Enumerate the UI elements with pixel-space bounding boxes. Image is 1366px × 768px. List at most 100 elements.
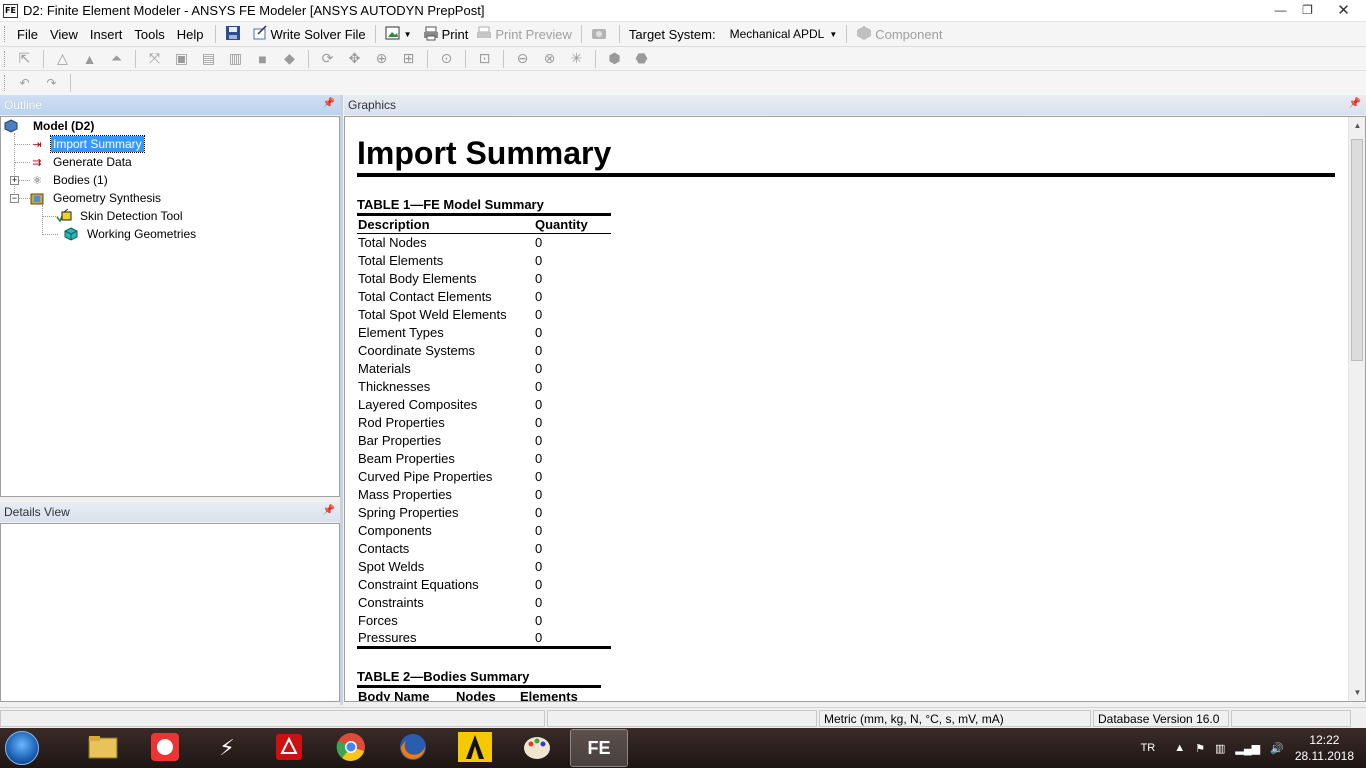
row-quantity: 0 <box>535 415 543 430</box>
network-icon[interactable]: ▂▄▆ <box>1235 742 1260 755</box>
taskbar-chrome[interactable] <box>322 729 380 767</box>
start-button[interactable] <box>0 728 44 768</box>
component-label: Component <box>875 26 943 42</box>
redo-icon[interactable]: ↷ <box>38 72 65 94</box>
element-face-icon[interactable]: ▤ <box>195 48 222 70</box>
component-icon <box>856 25 872 44</box>
extend-selection-icon[interactable]: ⤧ <box>141 48 168 70</box>
row-quantity: 0 <box>535 505 543 520</box>
collapse-geometry-toggle[interactable]: − <box>10 194 19 203</box>
flag-icon[interactable]: ⚑ <box>1195 742 1205 755</box>
row-quantity: 0 <box>535 487 543 502</box>
next-view-icon[interactable]: ⊗ <box>536 48 563 70</box>
column-header-nodes: Nodes <box>455 685 519 701</box>
select-element-icon[interactable]: ▲ <box>76 48 103 70</box>
row-quantity: 0 <box>534 629 611 649</box>
tree-item-bodies[interactable]: ⚛ Bodies (1) <box>29 171 110 189</box>
image-viewer-icon <box>150 732 180 765</box>
scrollbar-thumb[interactable] <box>1351 139 1363 361</box>
write-solver-file-button[interactable]: Write Solver File <box>248 23 370 45</box>
column-header-quantity: Quantity <box>534 213 611 234</box>
toolbar-grip[interactable] <box>4 50 7 67</box>
image-icon <box>385 25 401 44</box>
status-database-version: Database Version 16.0 <box>1093 709 1229 727</box>
pin-icon[interactable]: 📌 <box>1349 98 1361 109</box>
row-quantity: 0 <box>535 361 543 376</box>
taskbar-image-viewer[interactable] <box>136 729 194 767</box>
tree-item-working-geometries[interactable]: Working Geometries <box>63 225 198 243</box>
screenshot-button[interactable] <box>587 23 614 45</box>
report-heading: Import Summary <box>357 135 612 171</box>
rotate-icon[interactable]: ⟳ <box>314 48 341 70</box>
select-mode-icon[interactable]: ⇱ <box>11 48 38 70</box>
menu-tools[interactable]: Tools <box>128 23 170 45</box>
pan-icon[interactable]: ✥ <box>341 48 368 70</box>
scroll-up-icon[interactable]: ▲ <box>1349 117 1365 134</box>
toolbar-grip[interactable] <box>4 26 7 42</box>
face-select-icon[interactable]: ▣ <box>168 48 195 70</box>
toolbar-grip[interactable] <box>4 75 7 91</box>
magnifier-icon[interactable]: ⊡ <box>471 48 498 70</box>
write-file-icon <box>252 24 268 44</box>
tree-item-model[interactable]: Model (D2) <box>3 117 96 135</box>
print-preview-icon <box>476 25 492 44</box>
hexagon-icon[interactable]: ⬢ <box>601 48 628 70</box>
target-system-value: Mechanical APDL <box>729 27 825 41</box>
minimize-button[interactable]: — <box>1267 0 1294 20</box>
previous-view-icon[interactable]: ⊖ <box>509 48 536 70</box>
zoom-to-fit-icon[interactable]: ⊙ <box>433 48 460 70</box>
tree-item-geometry-synthesis[interactable]: Geometry Synthesis <box>29 189 163 207</box>
menu-help[interactable]: Help <box>171 23 210 45</box>
taskbar-paint[interactable] <box>508 729 566 767</box>
print-button[interactable]: Print <box>419 23 473 45</box>
pdf-icon <box>275 733 303 764</box>
table-header-row: Body Name Nodes Elements <box>357 685 601 701</box>
select-node-icon[interactable]: △ <box>49 48 76 70</box>
pin-icon[interactable]: 📌 <box>323 98 335 109</box>
maximize-button[interactable]: ❐ <box>1294 0 1321 20</box>
close-button[interactable]: ✕ <box>1321 0 1366 20</box>
shell-icon[interactable]: ◆ <box>276 48 303 70</box>
language-indicator[interactable]: TR <box>1141 742 1156 754</box>
tree-item-import-summary[interactable]: ⇥ Import Summary <box>29 135 145 153</box>
expand-bodies-toggle[interactable]: + <box>10 176 19 185</box>
panel-splitter[interactable] <box>340 95 343 705</box>
clock[interactable]: 12:22 28.11.2018 <box>1295 732 1354 764</box>
solid-icon[interactable]: ■ <box>249 48 276 70</box>
print-preview-button[interactable]: Print Preview <box>472 23 576 45</box>
taskbar-fe-modeler[interactable]: FE <box>570 729 628 767</box>
taskbar-ansys-autodyn[interactable] <box>446 729 504 767</box>
table-row: Beam Properties 0 <box>357 450 611 468</box>
clock-date: 28.11.2018 <box>1294 749 1354 763</box>
device-icon[interactable]: ▥ <box>1215 742 1225 755</box>
scroll-down-icon[interactable]: ▼ <box>1349 684 1365 701</box>
tree-item-skin-detection-tool[interactable]: Skin Detection Tool <box>56 207 185 225</box>
menu-insert[interactable]: Insert <box>84 23 129 45</box>
select-body-icon[interactable]: ⏶ <box>103 48 130 70</box>
taskbar-explorer[interactable] <box>74 729 132 767</box>
menu-bar: File View Insert Tools Help Write Solver… <box>0 22 1366 47</box>
tree-item-generate-data[interactable]: ⇉ Generate Data <box>29 153 134 171</box>
import-summary-report: Import Summary TABLE 1—FE Model Summary … <box>357 133 1337 701</box>
vertical-scrollbar[interactable]: ▲ ▼ <box>1348 117 1365 701</box>
menu-file[interactable]: File <box>11 23 44 45</box>
zoom-icon[interactable]: ⊕ <box>368 48 395 70</box>
table-body: Total Nodes 0 Total Elements 0 Total Body El… <box>357 234 611 649</box>
image-export-button[interactable]: ▼ <box>381 23 419 45</box>
save-button[interactable] <box>221 23 248 45</box>
box-zoom-icon[interactable]: ⊞ <box>395 48 422 70</box>
pin-icon[interactable]: 📌 <box>323 505 335 516</box>
tree-connector <box>42 205 43 235</box>
node-face-icon[interactable]: ▥ <box>222 48 249 70</box>
taskbar-acrobat[interactable] <box>260 729 318 767</box>
undo-icon[interactable]: ↶ <box>11 72 38 94</box>
volume-icon[interactable]: 🔊 <box>1270 742 1284 755</box>
hexagon-outline-icon[interactable]: ⬣ <box>628 48 655 70</box>
taskbar-app3[interactable]: ⚡ <box>198 729 256 767</box>
target-system-select[interactable]: Mechanical APDL ▼ <box>726 24 842 44</box>
component-button[interactable]: Component <box>852 23 946 45</box>
taskbar-firefox[interactable] <box>384 729 442 767</box>
menu-view[interactable]: View <box>44 23 84 45</box>
show-hidden-icons-icon[interactable]: ▲ <box>1174 742 1185 754</box>
iso-view-icon[interactable]: ✳ <box>563 48 590 70</box>
